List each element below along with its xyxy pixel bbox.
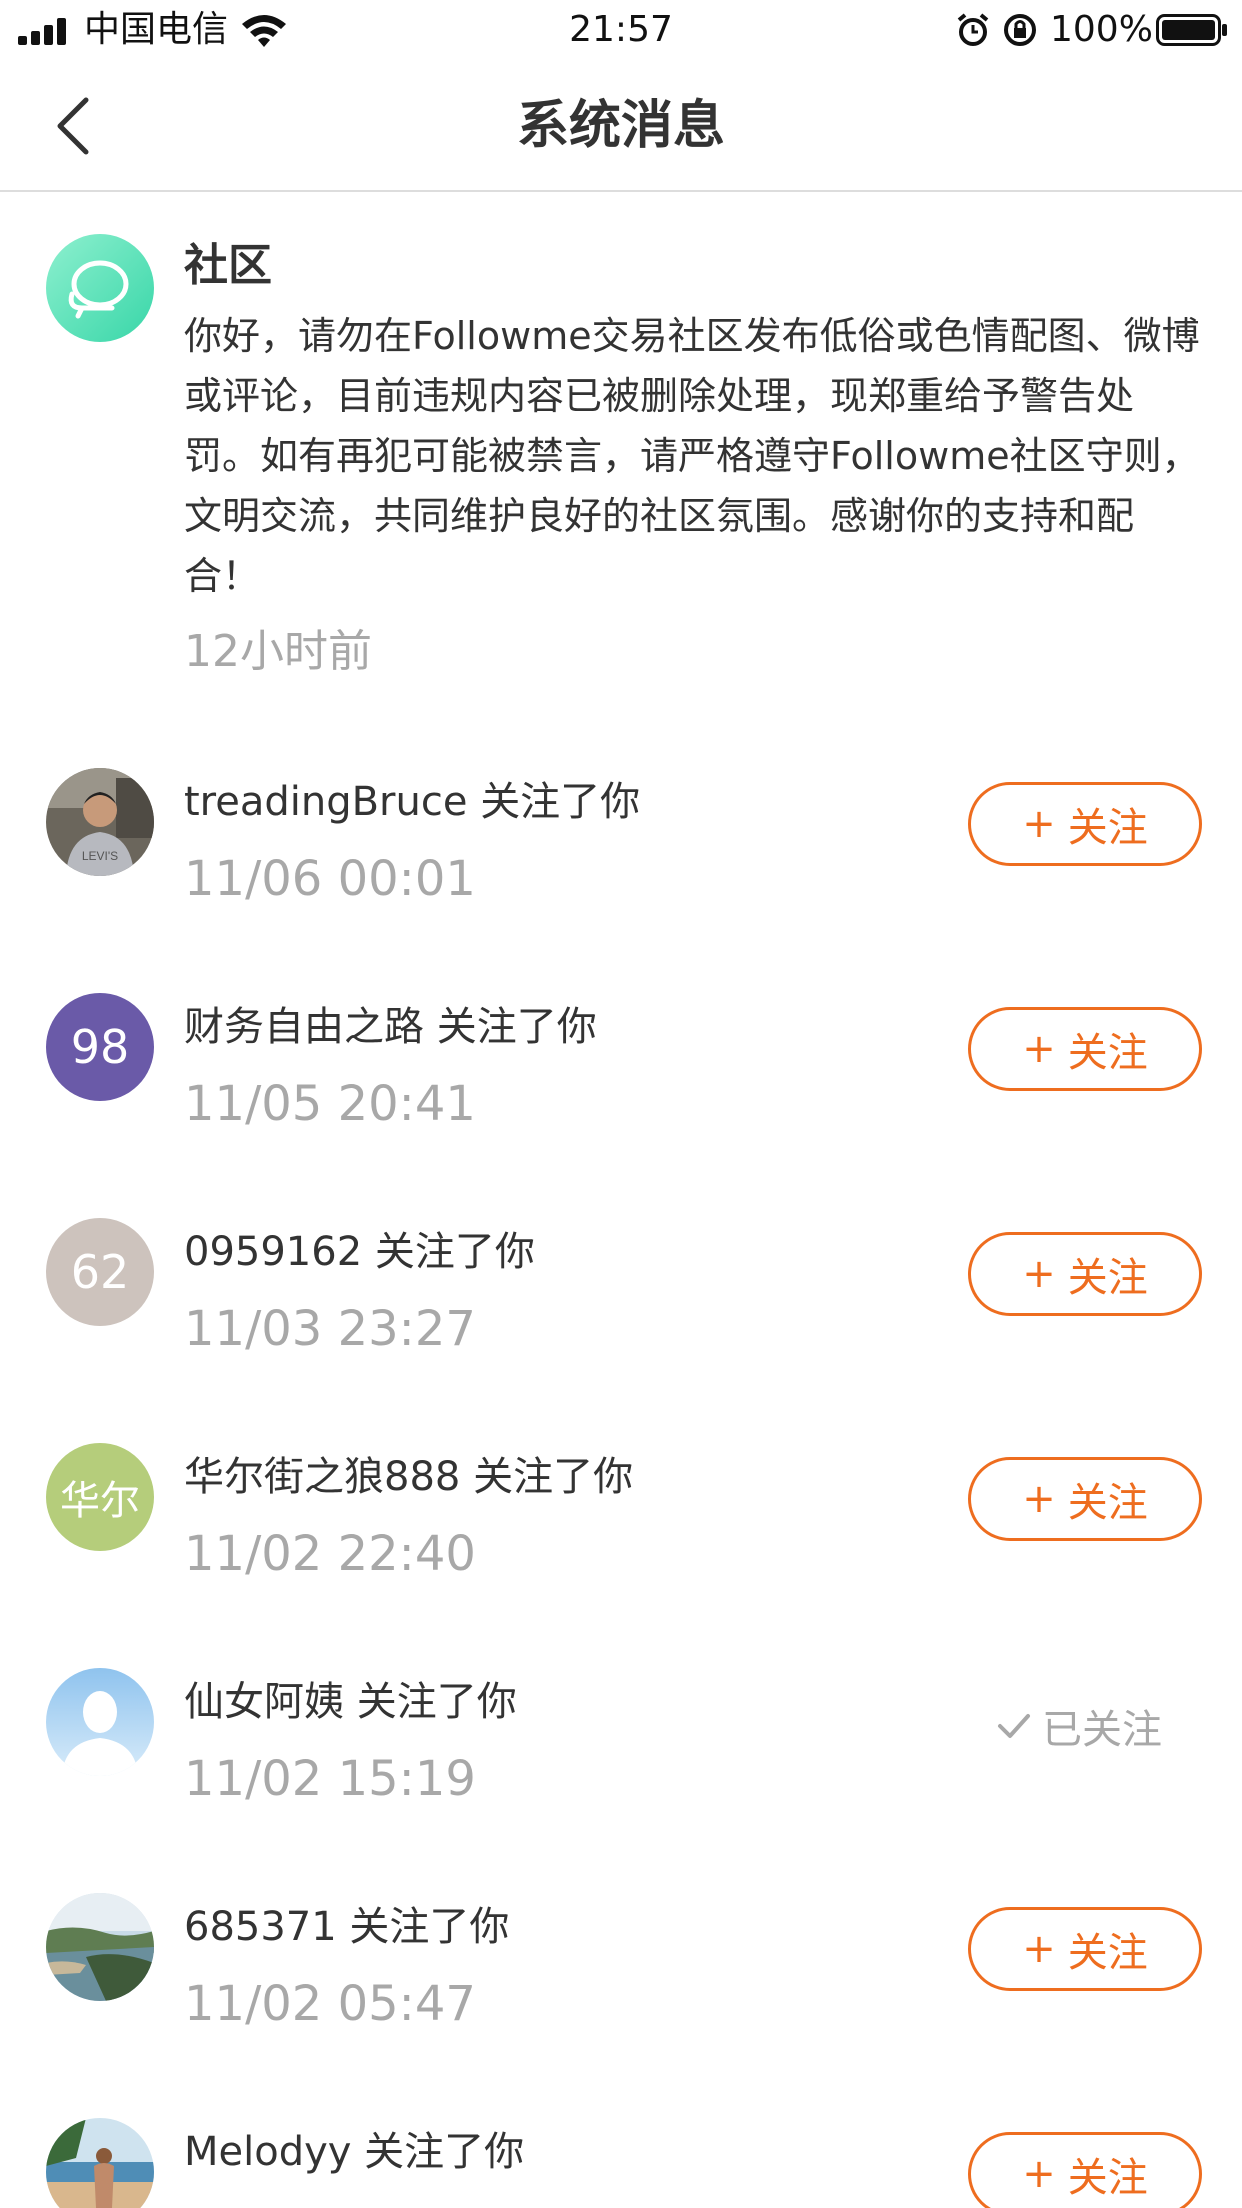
default-user-icon [46, 1668, 154, 1776]
battery-percent: 100% [1050, 9, 1153, 50]
follow-button-label: 关注 [1067, 1480, 1148, 1526]
message-body: 你好，请勿在Followme交易社区发布低俗或色情配图、微博或评论，目前违规内容… [184, 314, 1200, 598]
avatar[interactable]: 华尔 [46, 1443, 154, 1551]
alarm-icon [957, 13, 989, 46]
follow-button-label: 关注 [1067, 1030, 1148, 1076]
followed-label: 已关注 [1042, 1707, 1162, 1753]
notification-time: 11/06 00:01 [184, 851, 476, 907]
user-name[interactable]: 华尔街之狼888 [184, 1454, 460, 1500]
action-text: 关注了你 [436, 1004, 597, 1050]
follow-notification-row[interactable]: 仙女阿姨 关注了你 11/02 15:19 已关注 [0, 1632, 1242, 1857]
follow-button[interactable]: + 关注 [968, 2132, 1202, 2208]
notification-text: 仙女阿姨 关注了你 [184, 1674, 517, 1730]
notification-time: 11/02 15:19 [184, 1751, 476, 1807]
svg-text:LEVI'S: LEVI'S [82, 849, 118, 863]
notification-text: 华尔街之狼888 关注了你 [184, 1449, 633, 1505]
action-text: 关注了你 [356, 1679, 517, 1725]
plus-icon: + [1022, 1476, 1056, 1522]
action-text: 关注了你 [473, 1454, 634, 1500]
plus-icon: + [1022, 1026, 1056, 1072]
status-bar: 中国电信 21:57 100% [0, 0, 1242, 60]
message-sender: 社区 [184, 240, 272, 291]
follow-button[interactable]: + 关注 [968, 1007, 1202, 1091]
action-text: 关注了你 [349, 1904, 510, 1950]
avatar[interactable] [46, 1893, 154, 2001]
action-text: 关注了你 [480, 779, 641, 825]
user-name[interactable]: 0959162 [184, 1229, 362, 1275]
notification-time: 11/05 20:41 [184, 1076, 476, 1132]
message-time: 12小时前 [184, 626, 372, 677]
plus-icon: + [1022, 801, 1056, 847]
avatar[interactable]: 98 [46, 993, 154, 1101]
follow-notification-row[interactable]: 华尔 华尔街之狼888 关注了你 11/02 22:40 + 关注 [0, 1407, 1242, 1632]
landscape-photo-icon [46, 1893, 154, 2001]
follow-notification-row[interactable]: 62 0959162 关注了你 11/03 23:27 + 关注 [0, 1182, 1242, 1407]
follow-button-label: 关注 [1067, 1255, 1148, 1301]
beach-photo-icon [46, 2118, 154, 2208]
avatar[interactable]: LEVI'S [46, 768, 154, 876]
follow-notification-row[interactable]: 685371 关注了你 11/02 05:47 + 关注 [0, 1857, 1242, 2082]
system-message-item[interactable]: 社区 你好，请勿在Followme交易社区发布低俗或色情配图、微博或评论，目前违… [0, 192, 1242, 712]
follow-button-label: 关注 [1067, 1930, 1148, 1976]
avatar[interactable]: 62 [46, 1218, 154, 1326]
community-chat-icon [46, 234, 154, 342]
user-name[interactable]: 685371 [184, 1904, 337, 1950]
notification-text: 685371 关注了你 [184, 1899, 509, 1955]
check-icon [998, 1714, 1030, 1738]
notification-time: 11/02 22:40 [184, 1526, 476, 1582]
follow-notification-row[interactable]: LEVI'S treadingBruce 关注了你 11/06 00:01 + … [0, 732, 1242, 957]
page-title: 系统消息 [516, 96, 725, 156]
notification-text: 0959162 关注了你 [184, 1224, 535, 1280]
follow-button-label: 关注 [1067, 805, 1148, 851]
navigation-bar: 系统消息 [0, 60, 1242, 192]
system-messages-screen: 中国电信 21:57 100% 系统消息 社区 你好，请勿在Followme交易… [0, 0, 1242, 2208]
notification-text: 财务自由之路 关注了你 [184, 999, 597, 1055]
follow-button-label: 关注 [1067, 2155, 1148, 2201]
user-name[interactable]: treadingBruce [184, 779, 467, 825]
avatar[interactable] [46, 2118, 154, 2208]
plus-icon: + [1022, 2151, 1056, 2197]
follow-notification-row[interactable]: Melodyy 关注了你 + 关注 [0, 2082, 1242, 2208]
user-name[interactable]: 仙女阿姨 [184, 1679, 344, 1725]
rotation-lock-icon [1004, 14, 1036, 46]
plus-icon: + [1022, 1926, 1056, 1972]
avatar[interactable] [46, 1668, 154, 1776]
notification-time: 11/02 05:47 [184, 1976, 476, 2032]
notification-text: treadingBruce 关注了你 [184, 774, 640, 830]
avatar-initials: 华尔 [60, 1478, 140, 1524]
notification-text: Melodyy 关注了你 [184, 2124, 524, 2180]
plus-icon: + [1022, 1251, 1056, 1297]
action-text: 关注了你 [374, 1229, 535, 1275]
user-name[interactable]: Melodyy [184, 2129, 351, 2175]
user-name[interactable]: 财务自由之路 [184, 1004, 424, 1050]
follow-button[interactable]: + 关注 [968, 782, 1202, 866]
action-text: 关注了你 [364, 2129, 525, 2175]
followed-status[interactable]: 已关注 [996, 1698, 1162, 1754]
person-photo-icon: LEVI'S [46, 768, 154, 876]
battery-icon [1156, 14, 1227, 46]
follow-notification-row[interactable]: 98 财务自由之路 关注了你 11/05 20:41 + 关注 [0, 957, 1242, 1182]
follow-button[interactable]: + 关注 [968, 1232, 1202, 1316]
follow-button[interactable]: + 关注 [968, 1907, 1202, 1991]
follow-button[interactable]: + 关注 [968, 1457, 1202, 1541]
avatar-initials: 62 [70, 1245, 130, 1299]
notification-time: 11/03 23:27 [184, 1301, 476, 1357]
avatar-initials: 98 [70, 1020, 130, 1074]
